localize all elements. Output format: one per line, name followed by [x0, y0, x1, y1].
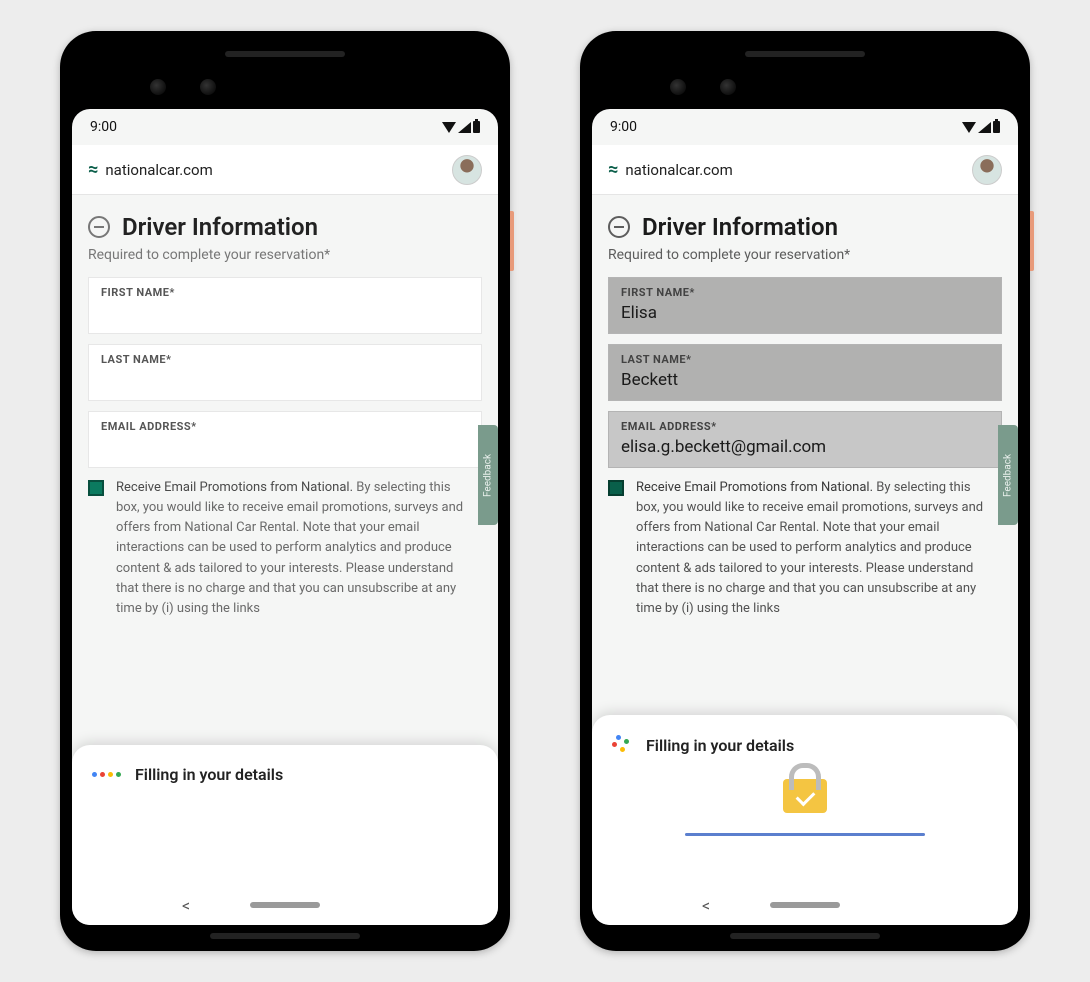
- url-text: nationalcar.com: [625, 161, 962, 179]
- assistant-dots-icon: [612, 735, 632, 755]
- android-nav-bar: <: [72, 885, 498, 925]
- promo-title: Receive Email Promotions from National.: [636, 480, 873, 495]
- field-label: FIRST NAME*: [621, 286, 989, 299]
- status-bar: 9:00: [592, 109, 1018, 145]
- field-value: Elisa: [621, 303, 989, 323]
- field-label: EMAIL ADDRESS*: [101, 420, 469, 433]
- collapse-icon[interactable]: [608, 216, 630, 238]
- cell-signal-icon: [978, 122, 991, 133]
- progress-bar: [685, 833, 925, 836]
- field-label: FIRST NAME*: [101, 286, 469, 299]
- email-field[interactable]: EMAIL ADDRESS* elisa.g.beckett@gmail.com: [608, 411, 1002, 468]
- assistant-dots-icon: [92, 772, 121, 777]
- profile-avatar[interactable]: [452, 155, 482, 185]
- promo-checkbox[interactable]: [608, 480, 624, 496]
- page-subheading: Required to complete your reservation*: [608, 247, 1002, 263]
- back-icon[interactable]: <: [182, 896, 190, 915]
- first-name-field[interactable]: FIRST NAME*: [88, 277, 482, 334]
- status-time: 9:00: [610, 119, 637, 135]
- front-camera: [720, 79, 736, 95]
- promo-checkbox-row: Receive Email Promotions from National. …: [608, 478, 1002, 619]
- field-value: Beckett: [621, 370, 989, 390]
- page-content: Driver Information Required to complete …: [592, 195, 1018, 925]
- home-pill[interactable]: [770, 902, 840, 908]
- field-label: LAST NAME*: [621, 353, 989, 366]
- profile-avatar[interactable]: [972, 155, 1002, 185]
- field-value: [101, 437, 469, 457]
- phone-left: 9:00 ≈ nationalcar.com Driver Informatio…: [60, 31, 510, 951]
- battery-icon: [993, 121, 1000, 133]
- cell-signal-icon: [458, 122, 471, 133]
- site-logo-icon: ≈: [88, 159, 95, 180]
- field-label: LAST NAME*: [101, 353, 469, 366]
- battery-icon: [473, 121, 480, 133]
- page-heading: Driver Information: [642, 213, 838, 241]
- promo-body: By selecting this box, you would like to…: [636, 480, 983, 616]
- phone-speaker: [745, 51, 865, 57]
- phone-speaker: [225, 51, 345, 57]
- phone-speaker: [210, 933, 360, 939]
- promo-title: Receive Email Promotions from National.: [116, 480, 353, 495]
- collapse-icon[interactable]: [88, 216, 110, 238]
- phone-speaker: [730, 933, 880, 939]
- status-time: 9:00: [90, 119, 117, 135]
- home-pill[interactable]: [250, 902, 320, 908]
- assistant-title: Filling in your details: [135, 765, 283, 784]
- wifi-icon: [442, 122, 456, 133]
- screen: 9:00 ≈ nationalcar.com Driver Informatio…: [72, 109, 498, 925]
- first-name-field[interactable]: FIRST NAME* Elisa: [608, 277, 1002, 334]
- email-field[interactable]: EMAIL ADDRESS*: [88, 411, 482, 468]
- feedback-tab[interactable]: Feedback: [478, 425, 498, 525]
- field-label: EMAIL ADDRESS*: [621, 420, 989, 433]
- front-camera: [200, 79, 216, 95]
- phone-right: 9:00 ≈ nationalcar.com Driver Informatio…: [580, 31, 1030, 951]
- last-name-field[interactable]: LAST NAME* Beckett: [608, 344, 1002, 401]
- promo-checkbox[interactable]: [88, 480, 104, 496]
- wifi-icon: [962, 122, 976, 133]
- front-camera: [670, 79, 686, 95]
- android-nav-bar: <: [592, 885, 1018, 925]
- promo-checkbox-row: Receive Email Promotions from National. …: [88, 478, 482, 619]
- promo-body: By selecting this box, you would like to…: [116, 480, 463, 616]
- field-value: [101, 370, 469, 390]
- url-text: nationalcar.com: [105, 161, 442, 179]
- field-value: [101, 303, 469, 323]
- status-bar: 9:00: [72, 109, 498, 145]
- browser-url-bar[interactable]: ≈ nationalcar.com: [72, 145, 498, 195]
- lock-check-icon: [783, 779, 827, 813]
- page-subheading: Required to complete your reservation*: [88, 247, 482, 263]
- last-name-field[interactable]: LAST NAME*: [88, 344, 482, 401]
- page-content: Driver Information Required to complete …: [72, 195, 498, 925]
- field-value: elisa.g.beckett@gmail.com: [621, 437, 989, 457]
- site-logo-icon: ≈: [608, 159, 615, 180]
- page-heading: Driver Information: [122, 213, 318, 241]
- assistant-title: Filling in your details: [646, 736, 794, 755]
- feedback-tab[interactable]: Feedback: [998, 425, 1018, 525]
- back-icon[interactable]: <: [702, 896, 710, 915]
- browser-url-bar[interactable]: ≈ nationalcar.com: [592, 145, 1018, 195]
- screen: 9:00 ≈ nationalcar.com Driver Informatio…: [592, 109, 1018, 925]
- front-camera: [150, 79, 166, 95]
